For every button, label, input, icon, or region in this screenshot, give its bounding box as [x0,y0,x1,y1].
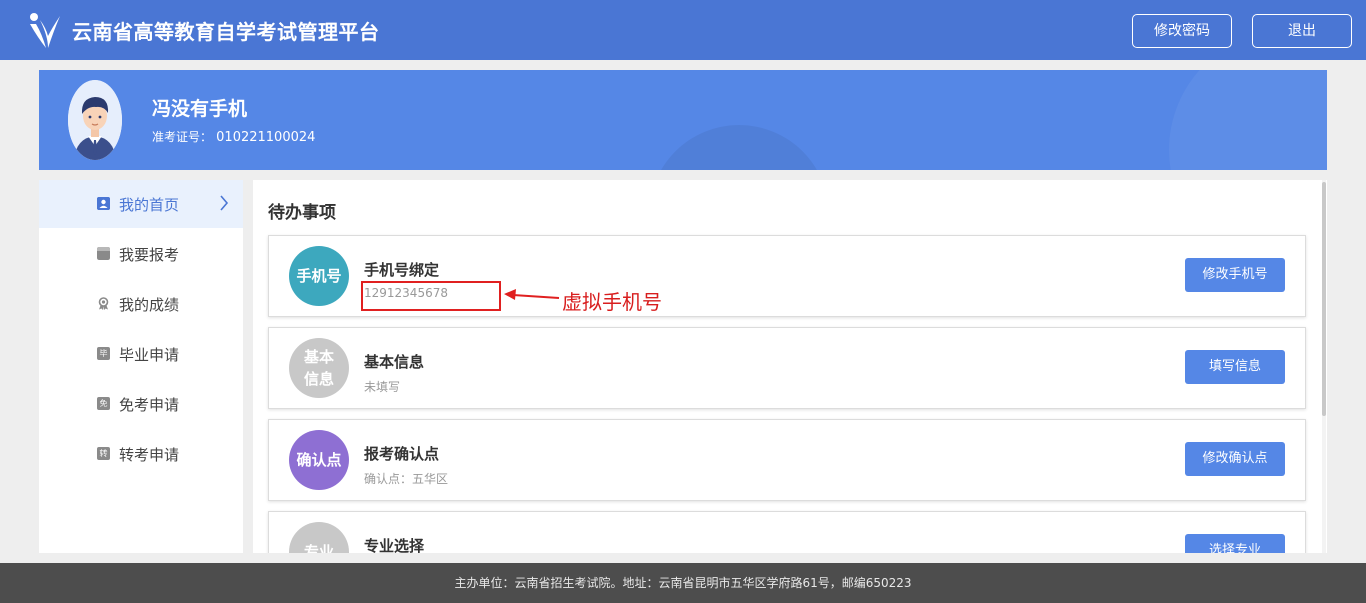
card-subtitle: 未填写 [364,380,401,394]
annotation-highlight-box [361,281,501,311]
card-title: 手机号绑定 [364,261,440,279]
annotation-arrow-icon [504,289,560,300]
exemption-icon: 免 [97,397,110,410]
card-badge: 基本 信息 [289,338,349,398]
banner-decoration [649,125,829,170]
todo-panel: 待办事项 手机号 手机号绑定 12912345678 修改手机号 基本 信息 基… [253,180,1327,553]
sidebar-item-exemption[interactable]: 免 免考申请 [39,380,243,428]
sidebar-item-label: 毕业申请 [119,346,180,364]
todo-card-confirm-point: 确认点 报考确认点 确认点：五华区 修改确认点 [268,419,1306,501]
sidebar-item-label: 我的首页 [119,196,180,214]
footer: 主办单位：云南省招生考试院。地址：云南省昆明市五华区学府路61号，邮编65022… [0,563,1366,603]
sidebar-item-transfer[interactable]: 转 转考申请 [39,430,243,478]
panel-title: 待办事项 [268,203,336,223]
graduation-icon: 毕 [97,347,110,360]
scrollbar-thumb[interactable] [1322,182,1326,416]
sidebar-item-graduation[interactable]: 毕 毕业申请 [39,330,243,378]
card-badge: 确认点 [289,430,349,490]
brand-logo-icon [30,13,60,48]
sidebar-item-label: 转考申请 [119,446,180,464]
admission-number-row: 准考证号： 010221100024 [152,128,315,145]
sidebar: 我的首页 我要报考 我的成绩 毕 毕业申请 免 免考申请 转 转考申请 [39,180,243,553]
sidebar-item-scores[interactable]: 我的成绩 [39,280,243,328]
card-title: 专业选择 [364,537,425,553]
site-title: 云南省高等教育自学考试管理平台 [72,20,380,44]
fill-info-button[interactable]: 填写信息 [1185,350,1285,384]
card-badge: 专业 [289,522,349,553]
card-badge: 手机号 [289,246,349,306]
todo-card-major: 专业 专业选择 选择专业 [268,511,1306,553]
change-phone-button[interactable]: 修改手机号 [1185,258,1285,292]
form-icon [97,247,110,260]
choose-major-button[interactable]: 选择专业 [1185,534,1285,553]
admission-label: 准考证号： [152,130,213,144]
sidebar-item-label: 免考申请 [119,396,180,414]
admission-number: 010221100024 [216,130,316,145]
user-icon [97,197,110,210]
top-header: 云南省高等教育自学考试管理平台 修改密码 退出 [0,0,1366,60]
change-password-button[interactable]: 修改密码 [1132,14,1232,48]
award-icon [98,297,109,310]
chevron-right-icon [220,195,229,211]
card-title: 报考确认点 [364,445,440,463]
sidebar-item-register-exam[interactable]: 我要报考 [39,230,243,278]
todo-card-basic-info: 基本 信息 基本信息 未填写 填写信息 [268,327,1306,409]
profile-banner: 冯没有手机 准考证号： 010221100024 [39,70,1327,170]
user-avatar-icon [68,80,122,160]
sidebar-item-home[interactable]: 我的首页 [39,180,243,228]
annotation-label: 虚拟手机号 [562,290,662,314]
card-subtitle: 确认点：五华区 [364,472,449,486]
avatar [68,80,122,160]
change-confirm-point-button[interactable]: 修改确认点 [1185,442,1285,476]
banner-decoration [1169,70,1327,170]
logout-button[interactable]: 退出 [1252,14,1352,48]
transfer-icon: 转 [97,447,110,460]
card-title: 基本信息 [364,353,425,371]
sidebar-item-label: 我的成绩 [119,296,180,314]
sidebar-item-label: 我要报考 [119,246,180,264]
user-name: 冯没有手机 [152,98,248,120]
